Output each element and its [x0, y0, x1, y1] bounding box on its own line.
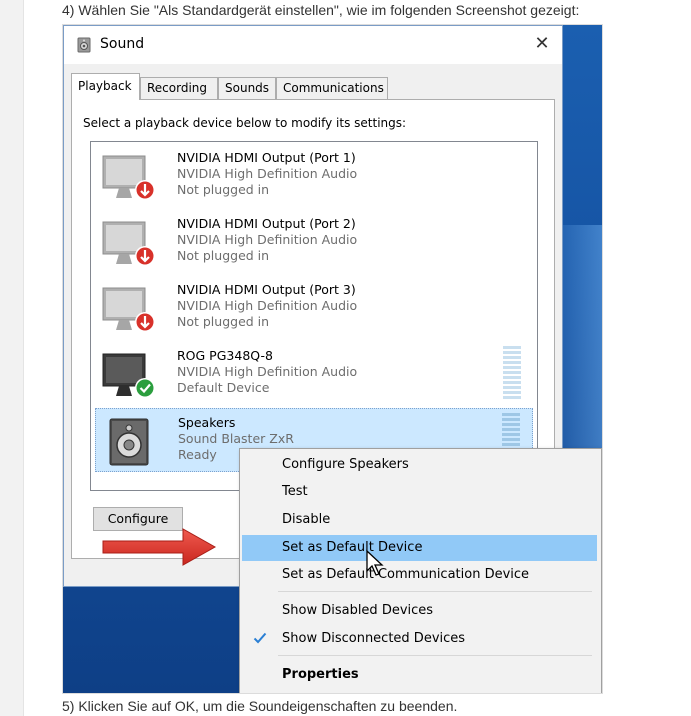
device-name: NVIDIA HDMI Output (Port 1): [177, 150, 356, 165]
device-driver: NVIDIA High Definition Audio: [177, 298, 358, 313]
menu-item-label: Configure Speakers: [282, 457, 409, 472]
menu-item-label: Set as Default Communication Device: [282, 567, 530, 582]
speaker-title-icon: [77, 37, 91, 53]
tab-playback[interactable]: Playback: [71, 73, 140, 100]
device-driver: Sound Blaster ZxR: [178, 431, 294, 446]
device-status: Default Device: [177, 380, 270, 395]
close-button[interactable]: ✕: [530, 32, 554, 56]
device-status: Not plugged in: [177, 182, 270, 197]
menu-item-label: Test: [282, 484, 308, 499]
device-row[interactable]: NVIDIA HDMI Output (Port 3) NVIDIA High …: [95, 276, 533, 340]
device-driver: NVIDIA High Definition Audio: [177, 232, 358, 247]
volume-meter: [503, 346, 521, 400]
device-list[interactable]: NVIDIA HDMI Output (Port 1) NVIDIA High …: [90, 141, 538, 491]
tab-communications[interactable]: Communications: [276, 77, 388, 99]
device-name: ROG PG348Q-8: [177, 348, 273, 363]
monitor-icon: [102, 353, 155, 398]
instruction-step-5: 5) Klicken Sie auf OK, um die Soundeigen…: [62, 698, 458, 714]
monitor-icon: [102, 155, 155, 200]
menu-item-properties[interactable]: Properties: [242, 662, 597, 688]
speaker-icon: [109, 418, 149, 466]
menu-separator: [278, 655, 592, 656]
menu-item-set-default-device[interactable]: Set as Default Device: [242, 535, 597, 561]
menu-separator: [278, 591, 592, 592]
tab-sounds[interactable]: Sounds: [218, 77, 276, 99]
device-status: Not plugged in: [177, 314, 270, 329]
device-name: NVIDIA HDMI Output (Port 2): [177, 216, 356, 231]
device-name: NVIDIA HDMI Output (Port 3): [177, 282, 356, 297]
device-row[interactable]: ROG PG348Q-8 NVIDIA High Definition Audi…: [95, 342, 533, 406]
menu-item-configure-speakers[interactable]: Configure Speakers: [242, 452, 597, 478]
device-status: Not plugged in: [177, 248, 270, 263]
page-left-margin: [0, 0, 24, 716]
title-bar: Sound ✕: [64, 26, 562, 64]
menu-item-label: Show Disconnected Devices: [282, 631, 466, 646]
menu-item-label: Show Disabled Devices: [282, 603, 434, 618]
menu-item-disable[interactable]: Disable: [242, 507, 597, 533]
checkmark-icon: [253, 632, 267, 644]
panel-hint: Select a playback device below to modify…: [83, 116, 407, 130]
device-row[interactable]: NVIDIA HDMI Output (Port 2) NVIDIA High …: [95, 210, 533, 274]
menu-item-set-default-communication-device[interactable]: Set as Default Communication Device: [242, 562, 597, 588]
instruction-step-4: 4) Wählen Sie "Als Standardgerät einstel…: [62, 2, 580, 18]
menu-item-label: Set as Default Device: [282, 540, 423, 555]
screenshot-frame: Sound ✕ Playback Recording Sounds Commun…: [62, 24, 603, 694]
device-driver: NVIDIA High Definition Audio: [177, 166, 358, 181]
menu-item-show-disconnected-devices[interactable]: Show Disconnected Devices: [242, 626, 597, 652]
context-menu: Configure Speakers Test Disable Set as D…: [239, 448, 602, 693]
monitor-icon: [102, 287, 155, 332]
device-status: Ready: [178, 447, 217, 462]
menu-item-test[interactable]: Test: [242, 479, 597, 505]
mouse-cursor-icon: [366, 549, 384, 576]
menu-item-label: Disable: [282, 512, 331, 527]
red-arrow-annotation: [102, 528, 217, 566]
dialog-title: Sound: [100, 36, 145, 52]
menu-item-show-disabled-devices[interactable]: Show Disabled Devices: [242, 598, 597, 624]
device-row[interactable]: NVIDIA HDMI Output (Port 1) NVIDIA High …: [95, 144, 533, 208]
tab-recording[interactable]: Recording: [140, 77, 218, 99]
monitor-icon: [102, 221, 155, 266]
device-name: Speakers: [178, 415, 236, 430]
menu-item-label: Properties: [282, 667, 359, 682]
device-driver: NVIDIA High Definition Audio: [177, 364, 358, 379]
